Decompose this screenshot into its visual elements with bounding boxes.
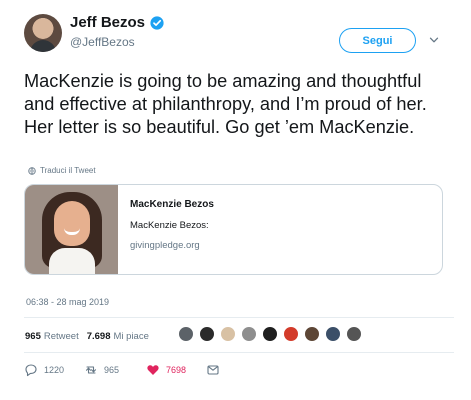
reply-button[interactable]: 1220 [24,363,64,377]
retweet-count: 965 [104,365,120,375]
liker-avatar[interactable] [283,326,299,342]
divider-top [24,317,454,318]
retweet-icon [85,366,97,374]
liker-avatar[interactable] [325,326,341,342]
tweet-timestamp[interactable]: 06:38 - 28 mag 2019 [26,297,109,307]
translate-label: Traduci il Tweet [40,166,96,175]
liker-avatar[interactable] [199,326,215,342]
tweet-card: Jeff Bezos @JeffBezos Segui MacKenzie is… [0,0,471,400]
heart-icon [147,365,159,375]
like-total[interactable]: 7.698 [87,331,111,342]
liker-avatar[interactable] [346,326,362,342]
card-image [25,185,118,274]
card-body: MacKenzie Bezos MacKenzie Bezos: givingp… [130,199,214,251]
liker-avatars [178,326,368,342]
like-button[interactable]: 7698 [146,363,186,377]
divider-bottom [24,352,454,353]
link-preview-card[interactable]: MacKenzie Bezos MacKenzie Bezos: givingp… [24,184,443,275]
author-display-name[interactable]: Jeff Bezos [70,14,145,31]
verified-badge-icon [150,15,164,30]
liker-avatar[interactable] [241,326,257,342]
tweet-stats: 965 Retweet 7.698 Mi piace [25,331,149,342]
display-name-row: Jeff Bezos [70,14,164,31]
tweet-header: Jeff Bezos @JeffBezos Segui [24,12,454,58]
direct-message-button[interactable] [206,363,220,377]
liker-avatar[interactable] [220,326,236,342]
tweet-actions: 1220 965 7698 [24,363,224,381]
retweet-button[interactable]: 965 [84,363,119,377]
follow-button[interactable]: Segui [339,28,416,53]
liker-avatar[interactable] [178,326,194,342]
chevron-down-icon[interactable] [429,35,439,45]
card-description: MacKenzie Bezos: [130,220,209,231]
author-handle[interactable]: @JeffBezos [70,35,164,49]
retweet-total[interactable]: 965 [25,331,41,342]
like-label[interactable]: Mi piace [114,331,149,342]
reply-icon [25,364,37,377]
globe-icon [28,166,36,175]
liker-avatar[interactable] [262,326,278,342]
envelope-icon [207,365,219,375]
translate-tweet-link[interactable]: Traduci il Tweet [28,166,96,175]
like-count: 7698 [166,365,187,375]
reply-count: 1220 [44,365,65,375]
author-avatar[interactable] [24,14,62,52]
card-domain: givingpledge.org [130,240,200,251]
retweet-label[interactable]: Retweet [44,331,79,342]
author-names: Jeff Bezos @JeffBezos [70,14,164,49]
card-title: MacKenzie Bezos [130,199,214,210]
tweet-text: MacKenzie is going to be amazing and tho… [24,71,427,137]
liker-avatar[interactable] [304,326,320,342]
